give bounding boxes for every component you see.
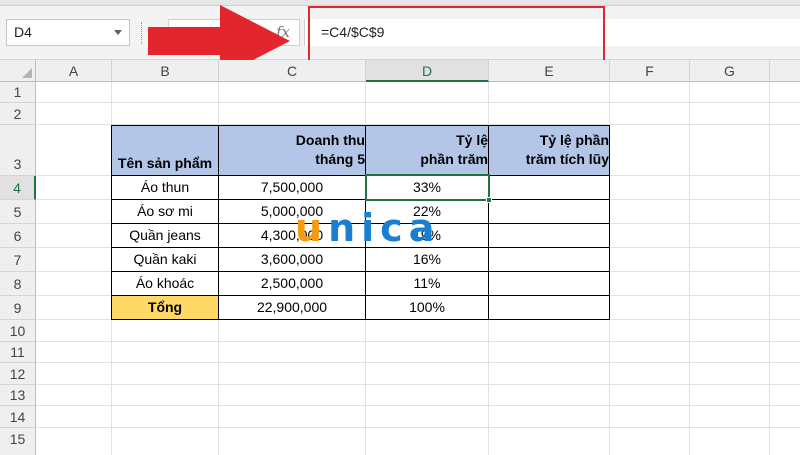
formula-bar-separator [141, 22, 143, 44]
row-header-10[interactable]: 10 [0, 320, 36, 342]
cell-b9-total-label[interactable]: Tổng [112, 296, 219, 320]
column-header-a[interactable]: A [36, 60, 112, 82]
select-all-button[interactable] [0, 60, 36, 82]
header-revenue-line1: Doanh thu [295, 131, 365, 148]
header-percent-line2: phần trăm [420, 150, 488, 167]
row-header-14[interactable]: 14 [0, 406, 36, 428]
header-cumulative-line1: Tỷ lệ phần [539, 131, 609, 148]
chevron-down-icon[interactable] [114, 30, 122, 35]
header-product: Tên sản phẩm [112, 126, 219, 176]
gridline [36, 362, 800, 363]
cell-d8[interactable]: 11% [366, 272, 489, 296]
column-header-d[interactable]: D [366, 60, 489, 82]
name-box[interactable]: D4 [6, 19, 130, 46]
header-revenue: Doanh thu tháng 5 [219, 126, 366, 176]
header-cumulative: Tỷ lệ phần trăm tích lũy [489, 126, 610, 176]
header-product-label: Tên sản phẩm [117, 155, 213, 171]
cell-b6[interactable]: Quần jeans [112, 224, 219, 248]
fill-handle[interactable] [486, 197, 492, 203]
row-header-7[interactable]: 7 [0, 248, 36, 272]
gridline [36, 405, 800, 406]
header-percent-line1: Tỷ lệ [456, 131, 488, 148]
column-header-c[interactable]: C [219, 60, 366, 82]
cell-e8[interactable] [489, 272, 610, 296]
cell-c7[interactable]: 3,600,000 [219, 248, 366, 272]
cell-e6[interactable] [489, 224, 610, 248]
active-cell-selection[interactable] [365, 174, 490, 201]
column-header-next[interactable] [770, 60, 800, 82]
cell-c4[interactable]: 7,500,000 [219, 176, 366, 200]
header-percent: Tỷ lệ phần trăm [366, 126, 489, 176]
column-header-b[interactable]: B [112, 60, 219, 82]
column-header-g[interactable]: G [690, 60, 770, 82]
gridline [769, 82, 770, 455]
row-header-2[interactable]: 2 [0, 103, 36, 125]
column-header-f[interactable]: F [610, 60, 690, 82]
gridline [36, 427, 800, 428]
cell-d5[interactable]: 22% [366, 200, 489, 224]
row-header-15[interactable]: 15 [0, 428, 36, 455]
select-all-triangle-icon [22, 68, 32, 78]
cell-c5[interactable]: 5,000,000 [219, 200, 366, 224]
cell-b8[interactable]: Áo khoác [112, 272, 219, 296]
name-box-value: D4 [14, 24, 32, 40]
header-cumulative-line2: trăm tích lũy [525, 150, 609, 167]
cell-e5[interactable] [489, 200, 610, 224]
gridline [36, 341, 800, 342]
cell-e9[interactable] [489, 296, 610, 320]
cell-b5[interactable]: Áo sơ mi [112, 200, 219, 224]
row-header-9[interactable]: 9 [0, 296, 36, 320]
cell-c9[interactable]: 22,900,000 [219, 296, 366, 320]
row-header-3[interactable]: 3 [0, 125, 36, 176]
cell-d6[interactable]: 19% [366, 224, 489, 248]
spreadsheet-grid[interactable]: A B C D E F G 1 2 3 4 5 6 7 8 9 10 11 12… [0, 60, 800, 455]
gridline [36, 102, 800, 103]
cell-d9[interactable]: 100% [366, 296, 489, 320]
header-revenue-line2: tháng 5 [315, 150, 365, 167]
gridline [36, 384, 800, 385]
cell-e4[interactable] [489, 176, 610, 200]
cell-b4[interactable]: Áo thun [112, 176, 219, 200]
row-header-11[interactable]: 11 [0, 342, 36, 363]
row-header-1[interactable]: 1 [0, 82, 36, 103]
data-table: Tên sản phẩm Doanh thu tháng 5 Tỷ lệ phầ… [111, 125, 610, 320]
cell-b7[interactable]: Quần kaki [112, 248, 219, 272]
row-header-13[interactable]: 13 [0, 385, 36, 406]
cell-e7[interactable] [489, 248, 610, 272]
gridline [689, 82, 690, 455]
row-header-6[interactable]: 6 [0, 224, 36, 248]
row-header-5[interactable]: 5 [0, 200, 36, 224]
row-header-4[interactable]: 4 [0, 176, 36, 200]
cell-c6[interactable]: 4,300,000 [219, 224, 366, 248]
row-header-12[interactable]: 12 [0, 363, 36, 385]
cell-d7[interactable]: 16% [366, 248, 489, 272]
cell-c8[interactable]: 2,500,000 [219, 272, 366, 296]
column-header-e[interactable]: E [489, 60, 610, 82]
row-header-8[interactable]: 8 [0, 272, 36, 296]
